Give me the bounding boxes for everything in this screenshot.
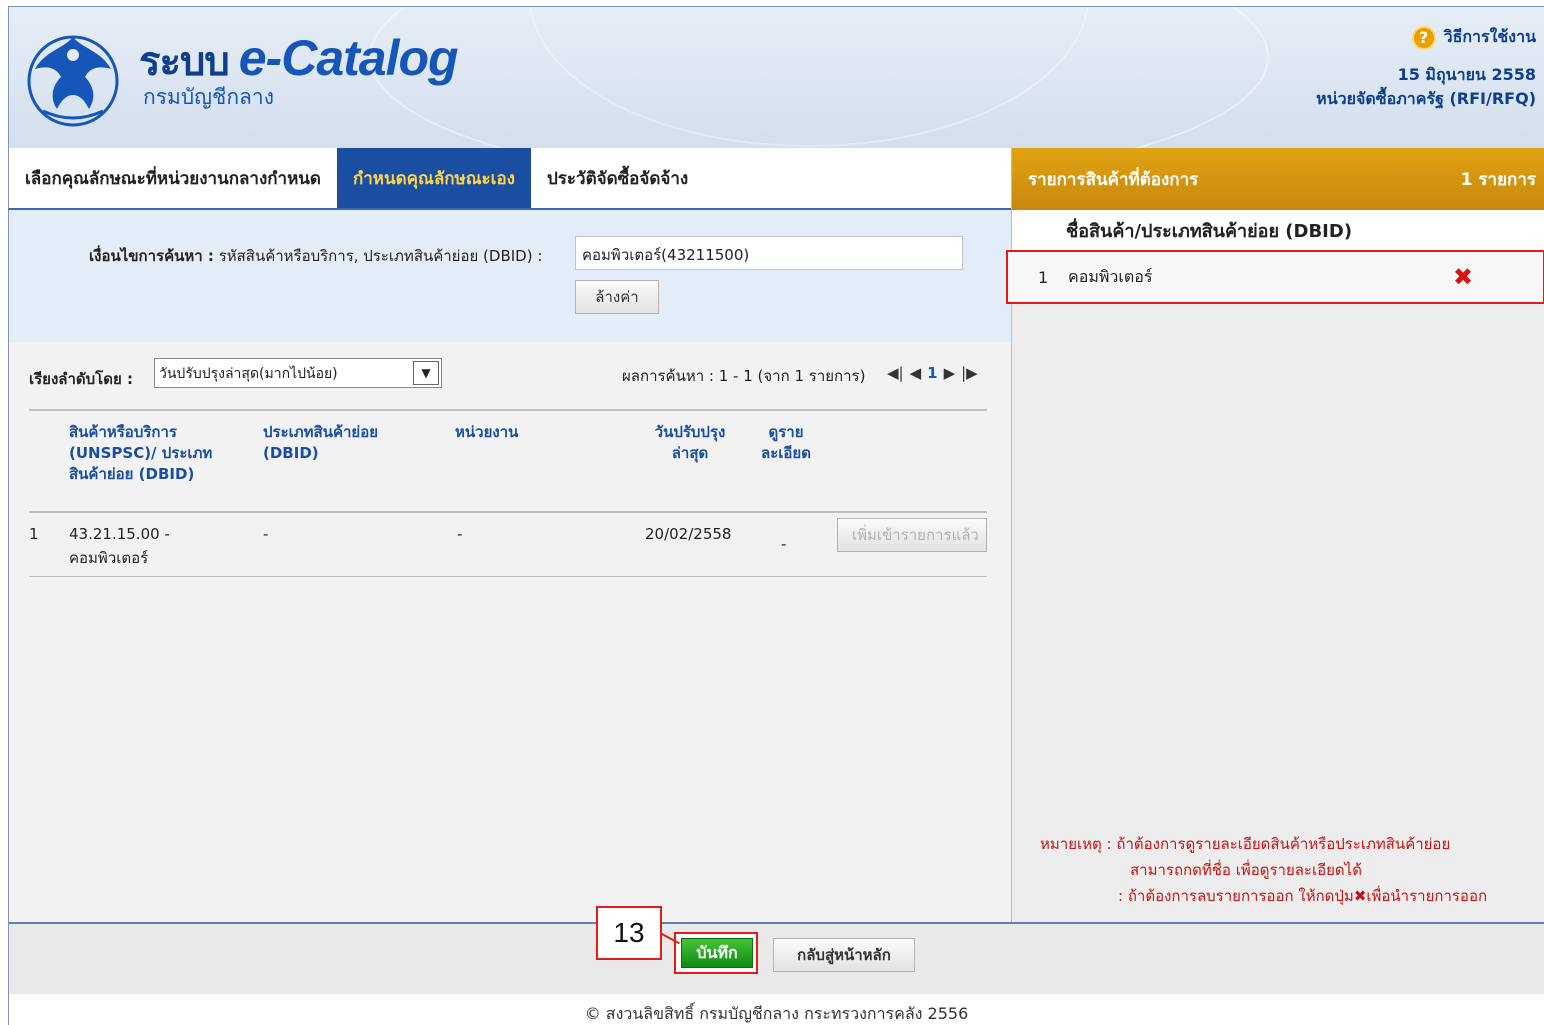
first-page-icon[interactable]: ◀|	[887, 364, 904, 382]
tab-procurement-history[interactable]: ประวัติจัดซื้อจัดจ้าง	[531, 148, 704, 208]
prev-page-icon[interactable]: ◀	[910, 364, 922, 382]
cart-item: 1 คอมพิวเตอร์ ✖	[1006, 250, 1544, 304]
delete-icon[interactable]: ✖	[1453, 263, 1483, 291]
row-subtype: -	[263, 525, 269, 543]
help-icon: ?	[1411, 25, 1436, 50]
note-line-3: : ถ้าต้องการลบรายการออก ให้กดปุ่ม✖เพื่อน…	[1118, 887, 1488, 905]
column-header-agency: หน่วยงาน	[455, 423, 519, 441]
table-divider	[29, 576, 987, 577]
row-agency: -	[457, 525, 463, 543]
column-header-subtype: ประเภทสินค้าย่อย (DBID)	[263, 423, 378, 462]
back-to-home-button[interactable]: กลับสู่หน้าหลัก	[773, 938, 915, 972]
save-button[interactable]: บันทึก	[681, 938, 753, 968]
note-line-2: สามารถกดที่ชื่อ เพื่อดูรายละเอียดได้	[1130, 861, 1362, 879]
header-unit: หน่วยจัดซื้อภาครัฐ (RFI/RFQ)	[1316, 89, 1536, 108]
table-divider	[29, 511, 987, 513]
page-number[interactable]: 1	[927, 364, 937, 382]
page-header: ระบบ e-Catalog กรมบัญชีกลาง ? วิธีการใช้ง…	[8, 6, 1544, 148]
clear-button[interactable]: ล้างค่า	[575, 280, 659, 314]
cart-header: รายการสินค้าที่ต้องการ 1 รายการ	[1012, 148, 1544, 210]
delete-icon: ✖	[1353, 887, 1367, 905]
column-header-detail: ดูราย ละเอียด	[761, 423, 811, 462]
chevron-down-icon[interactable]: ▼	[413, 361, 439, 385]
sort-select[interactable]: วันปรับปรุงล่าสุด(มากไปน้อย) ▼	[154, 358, 442, 388]
cart-panel: รายการสินค้าที่ต้องการ 1 รายการ ชื่อสินค…	[1006, 148, 1544, 922]
column-header-product: สินค้าหรือบริการ (UNSPSC)/ ประเภทสินค้าย…	[69, 423, 213, 483]
cart-item-name[interactable]: คอมพิวเตอร์	[1068, 265, 1453, 290]
cart-title: รายการสินค้าที่ต้องการ	[1028, 169, 1199, 190]
pager: ◀| ◀ 1 ▶ |▶	[887, 364, 978, 382]
note-line-1: หมายเหตุ : ถ้าต้องการดูรายละเอียดสินค้าห…	[1040, 835, 1451, 853]
next-page-icon[interactable]: ▶	[944, 364, 956, 382]
sort-label: เรียงลำดับโดย :	[29, 370, 133, 388]
step-callout: 13	[596, 906, 662, 960]
row-number: 1	[29, 525, 39, 543]
search-panel: เงื่อนไขการค้นหา : รหัสสินค้าหรือบริการ,…	[8, 210, 1012, 922]
column-header-updated: วันปรับปรุง ล่าสุด	[654, 423, 726, 462]
header-date: 15 มิถุนายน 2558	[1397, 65, 1536, 84]
added-to-list-button[interactable]: เพิ่มเข้ารายการแล้ว	[837, 518, 987, 552]
garuda-emblem-icon	[27, 35, 119, 127]
search-conditions: เงื่อนไขการค้นหา : รหัสสินค้าหรือบริการ,…	[9, 210, 1012, 342]
row-product[interactable]: 43.21.15.00 - คอมพิวเตอร์	[69, 522, 209, 570]
copyright: © สงวนลิขสิทธิ์ กรมบัญชีกลาง กระทรวงการค…	[8, 994, 1544, 1025]
row-updated: 20/02/2558	[645, 525, 732, 543]
table-divider	[29, 409, 987, 411]
cart-count: 1 รายการ	[1460, 169, 1536, 190]
condition-label: เงื่อนไขการค้นหา : รหัสสินค้าหรือบริการ,…	[89, 247, 543, 265]
tab-custom-spec[interactable]: กำหนดคุณลักษณะเอง	[336, 148, 531, 208]
help-link[interactable]: ? วิธีการใช้งาน	[1411, 25, 1536, 50]
cart-column-header: ชื่อสินค้า/ประเภทสินค้าย่อย (DBID)	[1012, 210, 1544, 250]
result-info: ผลการค้นหา : 1 - 1 (จาก 1 รายการ)	[622, 367, 866, 385]
last-page-icon[interactable]: |▶	[961, 364, 978, 382]
row-detail: -	[781, 535, 787, 553]
tab-central-spec[interactable]: เลือกคุณลักษณะที่หน่วยงานกลางกำหนด	[9, 148, 337, 208]
cart-item-number: 1	[1038, 267, 1049, 287]
app-subtitle: กรมบัญชีกลาง	[143, 85, 274, 109]
help-label: วิธีการใช้งาน	[1443, 27, 1536, 46]
condition-input[interactable]: คอมพิวเตอร์(43211500)	[575, 236, 963, 270]
tab-bar: เลือกคุณลักษณะที่หน่วยงานกลางกำหนด กำหนด…	[8, 148, 1011, 210]
sort-selected-value: วันปรับปรุงล่าสุด(มากไปน้อย)	[159, 366, 338, 382]
